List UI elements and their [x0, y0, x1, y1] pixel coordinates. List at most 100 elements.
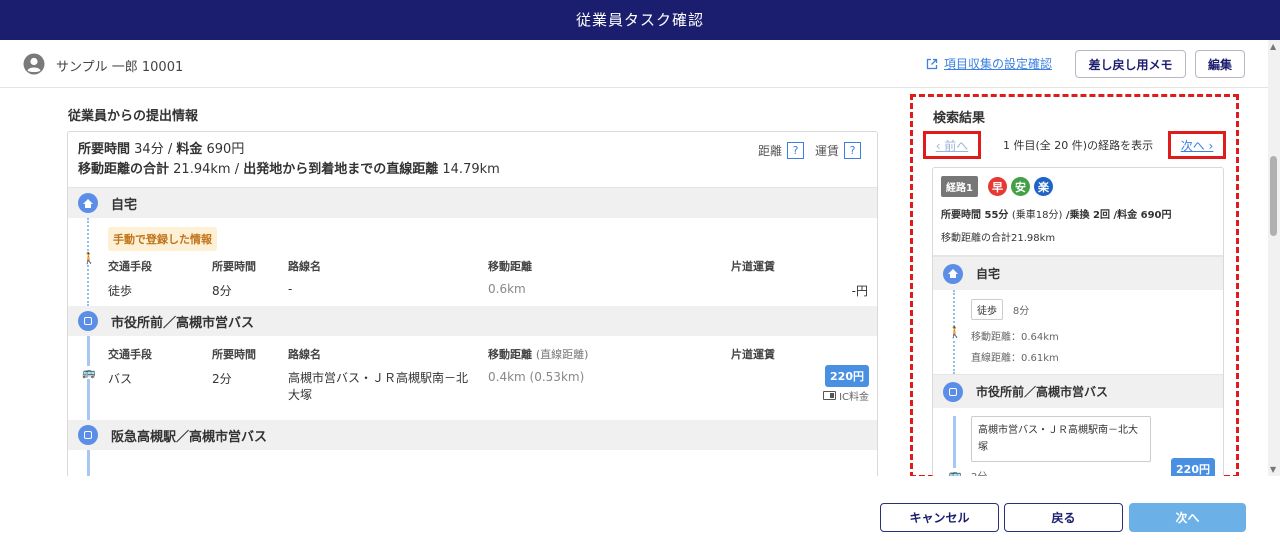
bus-stop-icon: [78, 311, 98, 331]
external-link-icon: [926, 58, 938, 69]
search-results-panel: 検索結果 ‹ 前へ 1 件目(全 20 件)の経路を表示 次へ › 経路1 早 …: [910, 94, 1239, 476]
fare-label: 料金: [176, 142, 203, 157]
time-value: 34分: [134, 142, 164, 157]
main-content: 従業員からの提出情報 所要時間 34分 / 料金 690円 移動距離の合計 21…: [0, 88, 1268, 476]
help-fare-label: 運賃: [814, 144, 839, 158]
walk-chip: 徒歩: [971, 299, 1003, 320]
route-summary-line: 所要時間 55分 (乗車18分) /乗換 2回 /料金 690円: [941, 210, 1172, 221]
bus-line-box: 高槻市営バス・ＪＲ高槻駅南－北大塚: [971, 416, 1151, 462]
prev-result-link[interactable]: ‹ 前へ: [923, 131, 981, 159]
scroll-up-arrow-icon[interactable]: ▲: [1270, 42, 1276, 51]
return-memo-button[interactable]: 差し戻し用メモ: [1075, 50, 1186, 78]
route-segment-walk: 🚶 徒歩 8分 移動距離：0.64km 直線距離：0.61km: [933, 290, 1223, 374]
help-fare-icon[interactable]: ?: [844, 142, 861, 159]
stop-row-hankyu-takatsuki: 阪急高槻駅／高槻市営バス: [68, 420, 877, 450]
col-distance: 移動距離: [488, 348, 532, 361]
home-icon: [78, 193, 98, 213]
col-distance: 移動距離: [488, 260, 532, 273]
stop-row-home: 自宅: [68, 188, 877, 218]
easiest-badge: 楽: [1033, 177, 1053, 196]
col-time: 所要時間: [212, 260, 256, 273]
straight-distance-label: 出発地から到着地までの直線距離: [243, 162, 439, 177]
route-total-distance: 移動距離の合計21.98km: [941, 233, 1056, 244]
edit-button[interactable]: 編集: [1195, 50, 1245, 78]
walk-straight-distance: 直線距離：0.61km: [971, 353, 1059, 364]
home-icon: [943, 263, 963, 284]
route-result-header: 経路1 早 安 楽 所要時間 55分 (乗車18分) /乗換 2回 /料金 69…: [933, 168, 1223, 256]
col-line: 路線名: [288, 260, 321, 273]
segment-continued: [68, 450, 877, 476]
col-line: 路線名: [288, 348, 321, 361]
distance-value: 21.94km: [173, 162, 231, 177]
cancel-button[interactable]: キャンセル: [880, 503, 999, 532]
scroll-down-arrow-icon[interactable]: ▼: [1270, 465, 1276, 474]
segment-values: バス 2分 高槻市営バス・ＪＲ高槻駅南－北大塚 0.4km (0.53km): [108, 370, 877, 404]
line-value: 高槻市営バス・ＪＲ高槻駅南－北大塚: [288, 371, 469, 402]
distance-value: 0.4km (0.53km): [488, 370, 585, 384]
fare-badge: 220円: [825, 365, 869, 387]
ic-fare-label: IC料金: [823, 388, 869, 403]
app-title-bar: 従業員タスク確認: [0, 0, 1280, 40]
walk-time: 8分: [1012, 306, 1030, 317]
scroll-thumb[interactable]: [1270, 156, 1277, 236]
ic-card-icon: [823, 391, 837, 400]
bus-fare-badge: 220円: [1171, 458, 1215, 476]
fastest-badge: 早: [987, 177, 1007, 196]
next-result-link[interactable]: 次へ ›: [1168, 131, 1226, 159]
walk-distance: 移動距離：0.64km: [971, 332, 1059, 343]
walk-icon: 🚶: [82, 252, 96, 265]
user-toolbar: サンプル 一郎 10001 項目収集の設定確認 差し戻し用メモ 編集: [0, 40, 1268, 88]
segment-bus: 🚌 交通手段 所要時間 路線名 移動距離 (直線距離) 片道運賃 バス 2分 高…: [68, 336, 877, 420]
segment-header: 交通手段 所要時間 路線名 移動距離 片道運賃: [108, 258, 877, 274]
bus-icon: 🚌: [948, 468, 962, 476]
help-distance-label: 距離: [757, 144, 782, 158]
time-value: 2分: [212, 372, 232, 386]
page-title: 従業員タスク確認: [575, 11, 704, 29]
segment-values: 徒歩 8分 - 0.6km -円: [108, 282, 877, 299]
page-scrollbar[interactable]: ▲ ▼: [1268, 40, 1280, 476]
bus-stop-icon: [943, 381, 963, 402]
route-stop-city-hall: 市役所前／高槻市営バス: [933, 374, 1223, 408]
distance-value: 0.6km: [488, 282, 526, 296]
bus-stop-icon: [78, 425, 98, 445]
time-label: 所要時間: [78, 142, 131, 157]
manual-entry-tag: 手動で登録した情報: [108, 227, 217, 251]
col-mode: 交通手段: [108, 260, 152, 273]
walk-icon: 🚶: [948, 326, 962, 339]
fare-value: 690円: [206, 142, 245, 157]
mode-value: 徒歩: [108, 284, 133, 298]
result-position-text: 1 件目(全 20 件)の経路を表示: [1003, 139, 1154, 152]
fare-value: -円: [851, 284, 868, 298]
route-number-tag: 経路1: [941, 176, 978, 197]
bus-icon: 🚌: [82, 366, 96, 379]
time-value: 8分: [212, 284, 232, 298]
segment-walk: 🚶 手動で登録した情報 交通手段 所要時間 路線名 移動距離 片道運賃 徒歩 8…: [68, 218, 877, 306]
settings-link-label: 項目収集の設定確認: [944, 57, 1053, 71]
cheapest-badge: 安: [1010, 177, 1030, 196]
col-fare: 片道運賃: [731, 348, 775, 361]
col-time: 所要時間: [212, 348, 256, 361]
line-value: -: [288, 282, 293, 296]
route-summary: 所要時間 34分 / 料金 690円 移動距離の合計 21.94km / 出発地…: [68, 132, 877, 188]
back-button[interactable]: 戻る: [1004, 503, 1123, 532]
next-button[interactable]: 次へ: [1129, 503, 1246, 532]
distance-label: 移動距離の合計: [78, 162, 170, 177]
col-mode: 交通手段: [108, 348, 152, 361]
footer-actions: キャンセル 戻る 次へ: [0, 476, 1280, 558]
stop-name: 阪急高槻駅／高槻市営バス: [111, 429, 268, 445]
help-distance-icon[interactable]: ?: [786, 142, 804, 159]
submitted-info-title: 従業員からの提出情報: [68, 109, 199, 124]
search-results-title: 検索結果: [933, 111, 986, 126]
col-straight-distance: (直線距離): [535, 348, 589, 361]
straight-distance-value: 14.79km: [442, 162, 500, 177]
stop-name: 市役所前／高槻市営バス: [111, 315, 255, 331]
settings-check-link[interactable]: 項目収集の設定確認: [926, 55, 1052, 72]
submitted-route-card: 所要時間 34分 / 料金 690円 移動距離の合計 21.94km / 出発地…: [67, 131, 878, 476]
help-area: 距離 ? 運賃 ?: [758, 142, 867, 159]
segment-header: 交通手段 所要時間 路線名 移動距離 (直線距離) 片道運賃: [108, 336, 877, 362]
stop-row-city-hall: 市役所前／高槻市営バス: [68, 306, 877, 336]
stop-name: 自宅: [111, 197, 138, 213]
route-result-card: 経路1 早 安 楽 所要時間 55分 (乗車18分) /乗換 2回 /料金 69…: [932, 167, 1224, 476]
mode-value: バス: [108, 372, 133, 386]
result-navigation: ‹ 前へ 1 件目(全 20 件)の経路を表示 次へ ›: [923, 131, 1226, 159]
